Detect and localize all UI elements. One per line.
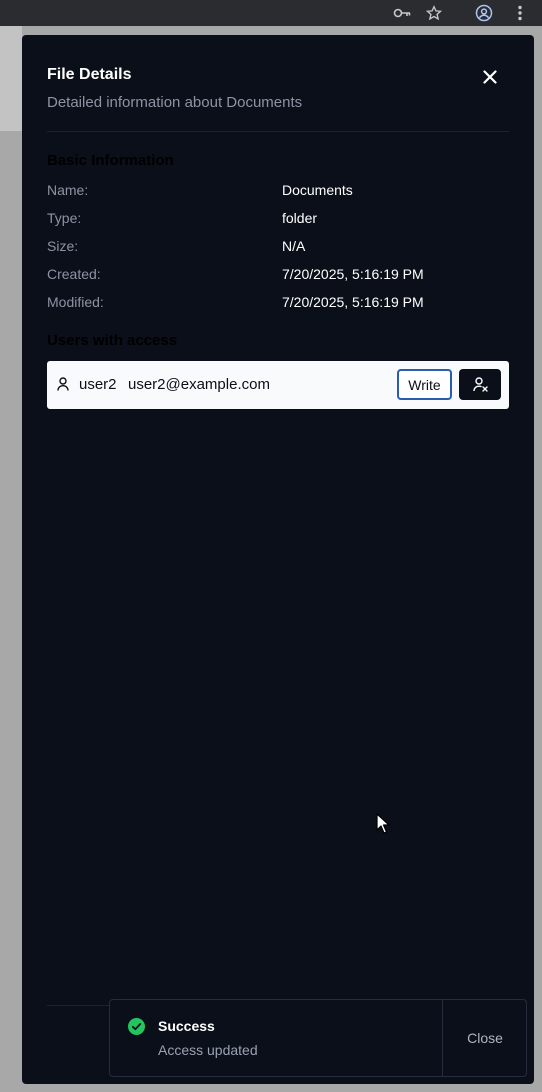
info-row-type: Type: folder [47,210,509,230]
info-label: Modified: [47,294,104,310]
dialog-subtitle: Detailed information about Documents [47,94,303,111]
toast-title: Success [158,1018,215,1034]
basic-info-heading: Basic Information [47,152,174,169]
user-access-item: user2 user2@example.com Write [47,361,509,409]
dialog-title: File Details [47,66,132,83]
file-details-dialog: File Details Detailed information about … [22,35,534,1084]
mouse-cursor-icon [376,813,390,834]
info-label: Size: [47,238,79,254]
browser-toolbar [0,0,542,26]
star-icon[interactable] [425,4,443,22]
info-label: Created: [47,266,101,282]
info-value: 7/20/2025, 5:16:19 PM [282,294,424,310]
background-page-edge [0,26,22,131]
success-check-icon [128,1018,145,1035]
info-value: 7/20/2025, 5:16:19 PM [282,266,424,282]
info-value: folder [282,210,318,226]
info-value: N/A [282,238,306,254]
info-row-size: Size: N/A [47,238,509,258]
info-row-name: Name: Documents [47,182,509,202]
key-icon[interactable] [393,4,411,22]
user-remove-icon [472,377,488,392]
user-name: user2 [79,376,117,393]
close-button[interactable] [480,67,500,87]
info-label: Type: [47,210,82,226]
users-access-heading: Users with access [47,332,178,349]
more-vert-icon[interactable] [511,4,529,22]
remove-access-button[interactable] [459,369,501,400]
permission-toggle-button[interactable]: Write [397,369,452,400]
info-row-created: Created: 7/20/2025, 5:16:19 PM [47,266,509,286]
user-email: user2@example.com [128,376,270,393]
info-row-modified: Modified: 7/20/2025, 5:16:19 PM [47,294,509,314]
close-icon [483,70,497,84]
header-divider [47,131,509,132]
info-value: Documents [282,182,353,198]
toast-description: Access updated [158,1042,258,1058]
toast-close-button[interactable]: Close [443,1000,527,1076]
user-icon [57,377,69,391]
profile-icon[interactable] [475,4,493,22]
info-label: Name: [47,182,89,198]
success-toast: Success Access updated Close [109,999,527,1077]
